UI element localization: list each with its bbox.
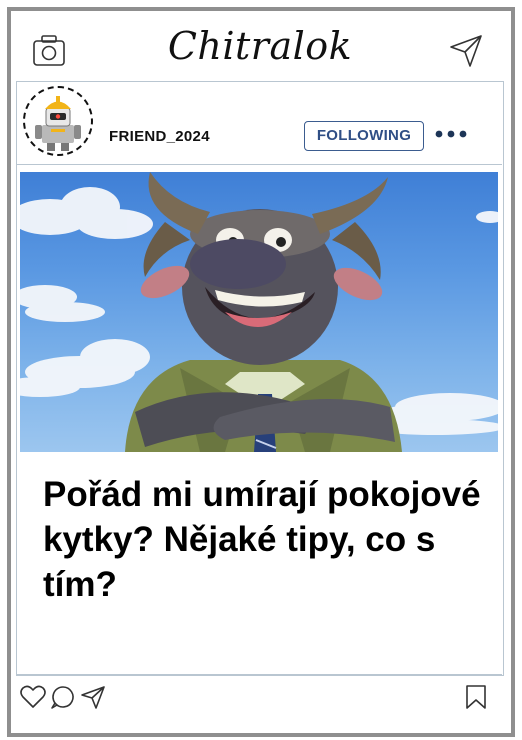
camera-icon[interactable] [31, 33, 67, 69]
buffalo-illustration [20, 172, 498, 452]
bookmark-icon[interactable] [462, 683, 490, 711]
app-brand: Chitralok [167, 24, 353, 68]
post-caption: Pořád mi umírají pokojové kytky? Nějaké … [43, 475, 481, 604]
robot-avatar-icon [35, 96, 81, 151]
actions-divider [16, 674, 502, 675]
following-button[interactable]: FOLLOWING [304, 121, 424, 151]
avatar[interactable] [23, 86, 93, 156]
more-options-icon[interactable] [432, 124, 472, 144]
heart-icon[interactable] [19, 683, 47, 711]
username[interactable]: FRIEND_2024 [109, 128, 210, 145]
post-image[interactable] [20, 172, 498, 452]
post-header: FRIEND_2024 FOLLOWING [16, 82, 502, 165]
send-icon[interactable] [448, 33, 484, 69]
comment-icon[interactable] [49, 683, 77, 711]
share-icon[interactable] [79, 683, 107, 711]
